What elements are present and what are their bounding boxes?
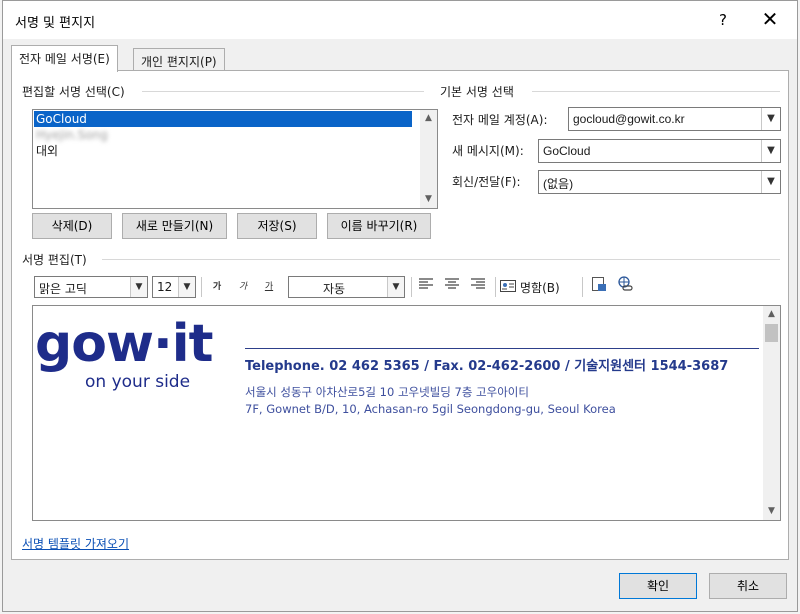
chevron-down-icon[interactable]: ▼: [761, 171, 780, 193]
editor-scrollbar[interactable]: ▲ ▼: [763, 306, 780, 520]
tab-panel: 편집할 서명 선택(C) GoCloud Hyejin.Song 대외 ▲ ▼ …: [11, 70, 789, 560]
tab-email-signature[interactable]: 전자 메일 서명(E): [11, 45, 118, 72]
chevron-down-icon[interactable]: ▼: [761, 140, 780, 162]
delete-button[interactable]: 삭제(D): [32, 213, 112, 239]
scroll-down-icon[interactable]: ▼: [420, 191, 437, 208]
signatures-dialog: 서명 및 편지지 ? ✕ 전자 메일 서명(E) 개인 편지지(P) 편집할 서…: [2, 0, 798, 612]
default-signature-label: 기본 서명 선택: [440, 83, 518, 100]
logo-tagline: on your side: [85, 372, 191, 392]
edit-signature-label: 서명 편집(T): [22, 251, 91, 268]
chevron-down-icon[interactable]: ▼: [387, 277, 404, 297]
gowit-logo: gow·it: [35, 314, 213, 374]
replies-forwards-select[interactable]: (없음) ▼: [538, 170, 781, 194]
title-bar: 서명 및 편지지 ? ✕: [3, 1, 797, 39]
signature-listbox[interactable]: GoCloud Hyejin.Song 대외 ▲ ▼: [32, 109, 438, 209]
font-color-value: 자동: [323, 282, 346, 296]
toolbar-separator: [582, 277, 583, 297]
email-account-value: gocloud@gowit.co.kr: [573, 112, 685, 126]
close-button[interactable]: ✕: [755, 5, 785, 33]
align-right-icon[interactable]: [467, 276, 489, 298]
scroll-up-icon[interactable]: ▲: [763, 306, 780, 323]
dialog-footer: 확인 취소: [3, 561, 797, 611]
insert-picture-icon[interactable]: [588, 276, 610, 298]
new-messages-label: 새 메시지(M):: [452, 144, 524, 158]
align-center-icon[interactable]: [441, 276, 463, 298]
new-signature-button[interactable]: 새로 만들기(N): [122, 213, 227, 239]
list-item[interactable]: 대외: [34, 143, 58, 159]
rename-button[interactable]: 이름 바꾸기(R): [327, 213, 431, 239]
align-left-icon[interactable]: [415, 276, 437, 298]
get-signature-templates-link[interactable]: 서명 템플릿 가져오기: [22, 535, 129, 552]
underline-button[interactable]: 가: [258, 276, 280, 298]
dialog-title: 서명 및 편지지: [15, 16, 96, 31]
ok-button[interactable]: 확인: [619, 573, 697, 599]
toolbar-separator: [201, 277, 202, 297]
tab-personal-stationery[interactable]: 개인 편지지(P): [133, 48, 225, 72]
list-item[interactable]: GoCloud: [34, 111, 412, 127]
group-divider: [102, 259, 780, 260]
business-card-button[interactable]: 명함(B): [500, 276, 560, 298]
business-card-icon: [500, 279, 516, 295]
font-size-select[interactable]: 12 ▼: [152, 276, 196, 298]
signature-address-en: 7F, Gownet B/D, 10, Achasan-ro 5gil Seon…: [245, 402, 616, 416]
signature-address-ko: 서울시 성동구 아차산로5길 10 고우넷빌딩 7층 고우아이티: [245, 385, 529, 399]
font-family-value: 맑은 고딕: [39, 282, 87, 296]
font-color-select[interactable]: 자동 ▼: [288, 276, 405, 298]
listbox-scrollbar[interactable]: ▲ ▼: [420, 110, 437, 208]
signature-divider: [245, 348, 759, 349]
save-button[interactable]: 저장(S): [237, 213, 317, 239]
help-button[interactable]: ?: [709, 7, 737, 33]
email-account-select[interactable]: gocloud@gowit.co.kr ▼: [568, 107, 781, 131]
scroll-up-icon[interactable]: ▲: [420, 110, 437, 127]
new-messages-value: GoCloud: [543, 144, 591, 158]
signature-editor[interactable]: gow·it on your side Telephone. 02 462 53…: [32, 305, 781, 521]
new-messages-select[interactable]: GoCloud ▼: [538, 139, 781, 163]
chevron-down-icon[interactable]: ▼: [130, 277, 147, 297]
select-signature-label: 편집할 서명 선택(C): [22, 83, 129, 100]
replies-forwards-value: (없음): [543, 177, 574, 191]
signature-phone-line: Telephone. 02 462 5365 / Fax. 02-462-260…: [245, 359, 729, 374]
font-size-value: 12: [157, 280, 173, 294]
business-card-label: 명함(B): [520, 280, 560, 295]
toolbar-separator: [495, 277, 496, 297]
bold-button[interactable]: 가: [206, 276, 228, 298]
list-item[interactable]: Hyejin.Song: [34, 127, 108, 143]
font-family-select[interactable]: 맑은 고딕 ▼: [34, 276, 148, 298]
chevron-down-icon[interactable]: ▼: [178, 277, 195, 297]
group-divider: [142, 91, 424, 92]
italic-button[interactable]: 가: [232, 276, 254, 298]
scrollbar-thumb[interactable]: [765, 324, 778, 342]
replies-forwards-label: 회신/전달(F):: [452, 175, 521, 189]
insert-hyperlink-icon[interactable]: [614, 276, 636, 298]
group-divider: [532, 91, 780, 92]
chevron-down-icon[interactable]: ▼: [761, 108, 780, 130]
toolbar-separator: [411, 277, 412, 297]
scroll-down-icon[interactable]: ▼: [763, 503, 780, 520]
email-account-label: 전자 메일 계정(A):: [452, 113, 548, 127]
cancel-button[interactable]: 취소: [709, 573, 787, 599]
